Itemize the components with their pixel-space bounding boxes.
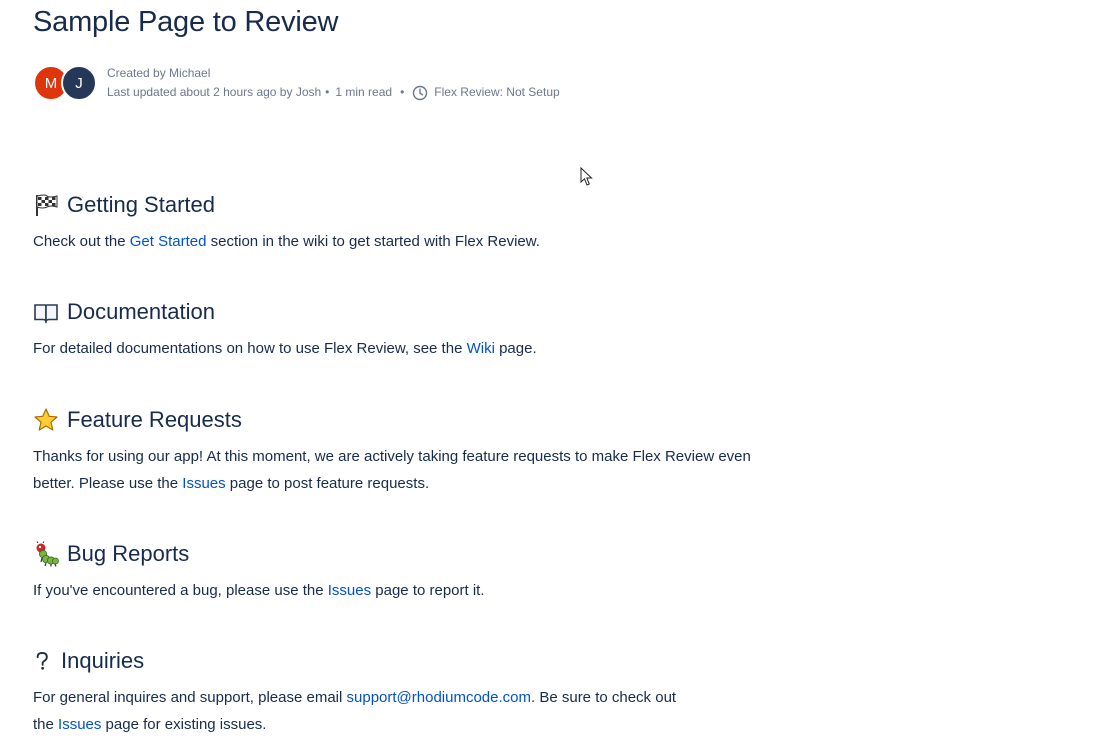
support-email-link[interactable]: support@rhodiumcode.com: [347, 689, 531, 706]
confluence-page: Sample Page to Review M J Created by Mic…: [0, 0, 1112, 752]
body-text: For general inquires and support, please…: [33, 689, 347, 706]
page-meta: Created by Michael Last updated about 2 …: [107, 64, 560, 102]
body-text: page for existing issues.: [101, 716, 267, 733]
section-body: Thanks for using our app! At this moment…: [33, 443, 793, 497]
bug-icon: [36, 541, 59, 567]
body-text: page.: [494, 340, 537, 357]
section-inquiries: Inquiries For general inquires and suppo…: [33, 646, 793, 738]
section-getting-started: Getting Started Check out the Get Starte…: [33, 190, 793, 255]
section-title: Inquiries: [61, 648, 145, 673]
section-title: Bug Reports: [67, 541, 190, 566]
section-title: Feature Requests: [67, 407, 242, 432]
section-body: For general inquires and support, please…: [33, 684, 793, 738]
body-text: page to report it.: [371, 582, 485, 599]
section-heading: Bug Reports: [33, 539, 793, 569]
body-text: the: [33, 716, 59, 733]
section-body: If you've encountered a bug, please use …: [33, 577, 793, 604]
star-icon: [34, 408, 58, 431]
section-bug-reports: Bug Reports If you've encountered a bug,…: [33, 539, 793, 604]
created-by[interactable]: Created by Michael: [107, 64, 560, 83]
section-title: Getting Started: [67, 192, 215, 217]
read-time: 1 min read: [335, 85, 393, 99]
section-heading: Feature Requests: [33, 405, 793, 435]
body-text: If you've encountered a bug, please use …: [33, 582, 328, 599]
checkered-flag-icon: [36, 194, 58, 216]
question-mark-icon: [36, 651, 48, 670]
section-body: Check out the Get Started section in the…: [33, 228, 793, 255]
flex-review-status[interactable]: Flex Review: Not Setup: [434, 83, 559, 102]
mouse-cursor-icon: [580, 167, 593, 186]
separator-dot: •: [400, 85, 405, 99]
wiki-link[interactable]: Wiki: [467, 340, 495, 357]
avatar[interactable]: J: [61, 65, 97, 101]
last-updated[interactable]: Last updated about 2 hours ago by Josh: [107, 83, 321, 102]
body-text: For detailed documentations on how to us…: [33, 340, 467, 357]
section-title: Documentation: [67, 299, 215, 324]
contributors-avatars[interactable]: M J: [33, 65, 99, 101]
get-started-link[interactable]: Get Started: [130, 233, 207, 250]
section-body: For detailed documentations on how to us…: [33, 335, 793, 362]
section-heading: Getting Started: [33, 190, 793, 220]
body-text: page to post feature requests.: [225, 475, 430, 492]
issues-link[interactable]: Issues: [328, 582, 371, 599]
section-feature-requests: Feature Requests Thanks for using our ap…: [33, 405, 793, 497]
clock-icon: [413, 85, 428, 100]
body-text: . Be sure to check out: [531, 689, 677, 706]
body-text: Thanks for using our app! At this moment…: [33, 448, 751, 465]
open-book-icon: [34, 304, 58, 324]
page-title: Sample Page to Review: [33, 6, 339, 38]
issues-link[interactable]: Issues: [182, 475, 225, 492]
section-heading: Inquiries: [33, 646, 793, 676]
section-documentation: Documentation For detailed documentation…: [33, 297, 793, 362]
separator-dot: •: [325, 85, 330, 99]
issues-link[interactable]: Issues: [58, 716, 101, 733]
body-text: section in the wiki to get started with …: [206, 233, 540, 250]
body-text: better. Please use the: [33, 475, 183, 492]
body-text: Check out the: [33, 233, 130, 250]
section-heading: Documentation: [33, 297, 793, 327]
page-byline: M J Created by Michael Last updated abou…: [33, 64, 560, 102]
